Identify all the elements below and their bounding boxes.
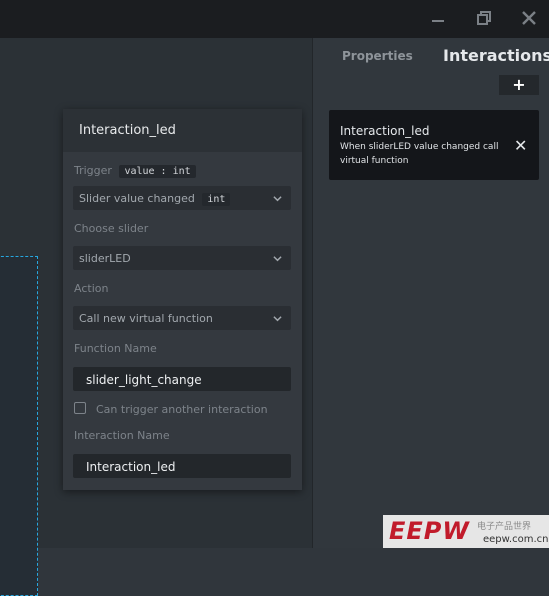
watermark-chinese: 电子产品世界 [477,522,532,532]
selected-screen-frame[interactable] [0,256,38,596]
action-label: Action [74,282,109,295]
watermark-logo: EEPW 电子产品世界 eepw.com.cn [383,515,549,548]
chevron-down-icon [273,310,282,326]
interaction-card[interactable]: Interaction_led When sliderLED value cha… [329,110,539,180]
restore-button[interactable] [471,7,497,29]
delete-interaction-icon[interactable]: ✕ [514,136,527,155]
trigger-dropdown[interactable]: Slider value changed int [73,186,291,210]
slider-dropdown[interactable]: sliderLED [73,246,291,270]
interaction-card-description: When sliderLED value changed call virtua… [340,142,499,166]
function-name-input[interactable]: slider_light_change [73,367,291,391]
editor-header: Interaction_led [63,109,302,152]
window-close-button[interactable] [516,7,542,29]
can-trigger-checkbox[interactable] [74,402,86,414]
interaction-card-title: Interaction_led [340,124,430,138]
close-icon [522,11,536,25]
action-dropdown[interactable]: Call new virtual function [73,306,291,330]
minimize-button[interactable] [425,7,451,29]
watermark-brand: EEPW [389,517,470,545]
slider-dropdown-value: sliderLED [79,252,131,265]
chevron-down-icon [273,190,282,206]
action-dropdown-value: Call new virtual function [79,312,213,325]
chevron-down-icon [273,250,282,266]
trigger-label: Trigger [74,164,112,177]
trigger-label-row: Trigger value : int [74,164,196,178]
trigger-dropdown-value: Slider value changed [79,192,195,205]
trigger-dropdown-value-row: Slider value changed int [79,192,231,206]
tab-properties[interactable]: Properties [342,49,413,63]
function-name-value: slider_light_change [86,373,202,387]
interaction-editor: Interaction_led Trigger value : int Slid… [63,109,302,490]
right-panel: Properties Interactions + Interaction_le… [312,38,549,548]
interaction-name-input[interactable]: Interaction_led [73,454,291,478]
interaction-name-value: Interaction_led [86,460,176,474]
restore-icon [477,11,491,25]
watermark-url: eepw.com.cn [483,534,549,545]
choose-slider-label: Choose slider [74,222,149,235]
can-trigger-label[interactable]: Can trigger another interaction [96,403,268,416]
plus-icon: + [512,75,526,94]
editor-title: Interaction_led [79,123,176,138]
minimize-icon [432,20,444,22]
trigger-type-chip: value : int [119,165,196,178]
add-interaction-button[interactable]: + [499,75,539,95]
function-name-label: Function Name [74,342,157,355]
interaction-name-label: Interaction Name [74,429,170,442]
tab-interactions[interactable]: Interactions [443,46,549,65]
title-bar [0,0,549,38]
trigger-dropdown-chip: int [202,193,231,206]
